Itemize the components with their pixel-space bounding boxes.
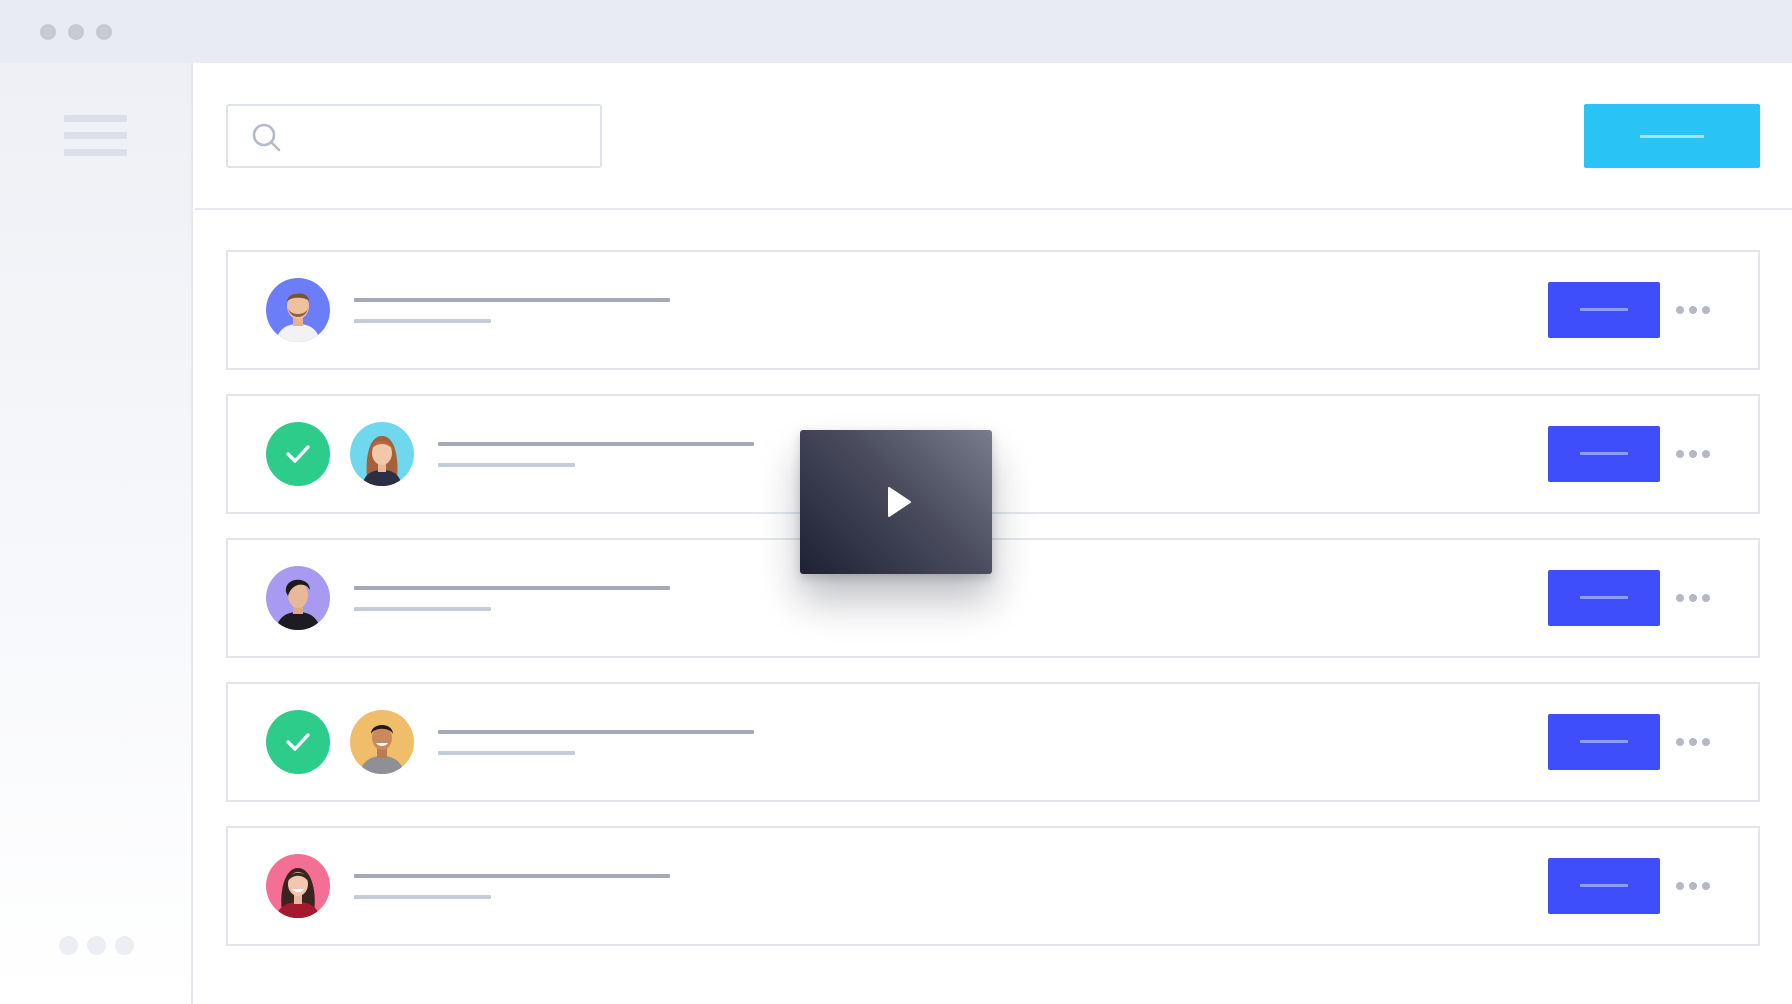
row-action-button[interactable] xyxy=(1548,570,1660,626)
row-action-button[interactable] xyxy=(1548,426,1660,482)
list-item-title xyxy=(438,442,754,446)
user-avatar[interactable] xyxy=(350,710,414,774)
list-item[interactable] xyxy=(226,538,1760,658)
user-avatar[interactable] xyxy=(266,566,330,630)
user-avatar[interactable] xyxy=(266,854,330,918)
main-panel xyxy=(195,63,1792,1004)
row-action-button[interactable] xyxy=(1548,858,1660,914)
row-more-options-icon[interactable] xyxy=(1676,732,1712,752)
hamburger-menu-icon[interactable] xyxy=(64,115,127,157)
primary-add-button[interactable] xyxy=(1584,104,1760,168)
search-box[interactable] xyxy=(226,104,602,168)
sidebar xyxy=(0,63,193,1004)
user-avatar[interactable] xyxy=(350,422,414,486)
list-item-subtitle xyxy=(354,319,491,323)
row-more-options-icon[interactable] xyxy=(1676,444,1712,464)
row-more-options-icon[interactable] xyxy=(1676,876,1712,896)
list-item[interactable] xyxy=(226,682,1760,802)
list-item-title xyxy=(438,730,754,734)
list-item-subtitle xyxy=(354,895,491,899)
list-item[interactable] xyxy=(226,394,1760,514)
row-action-button[interactable] xyxy=(1548,714,1660,770)
search-input[interactable] xyxy=(298,116,588,156)
row-more-options-icon[interactable] xyxy=(1676,300,1712,320)
list-item-subtitle xyxy=(438,463,575,467)
window-close-dot[interactable] xyxy=(40,24,56,40)
checkmark-icon[interactable] xyxy=(266,422,330,486)
list-item-subtitle xyxy=(438,751,575,755)
user-avatar[interactable] xyxy=(266,278,330,342)
checkmark-icon[interactable] xyxy=(266,710,330,774)
row-action-button[interactable] xyxy=(1548,282,1660,338)
header-divider xyxy=(195,208,1792,210)
list-item-title xyxy=(354,298,670,302)
list-item-title xyxy=(354,874,670,878)
play-icon[interactable] xyxy=(886,486,912,518)
window-minimize-dot[interactable] xyxy=(68,24,84,40)
list-item-subtitle xyxy=(354,607,491,611)
list-item[interactable] xyxy=(226,250,1760,370)
list-item-title xyxy=(354,586,670,590)
list-item[interactable] xyxy=(226,826,1760,946)
window-maximize-dot[interactable] xyxy=(96,24,112,40)
row-more-options-icon[interactable] xyxy=(1676,588,1712,608)
primary-button-label-placeholder xyxy=(1640,135,1704,138)
search-icon xyxy=(252,123,281,152)
window-titlebar xyxy=(0,0,1792,63)
sidebar-more-icon[interactable] xyxy=(59,936,135,956)
video-player-thumbnail[interactable] xyxy=(800,430,992,574)
